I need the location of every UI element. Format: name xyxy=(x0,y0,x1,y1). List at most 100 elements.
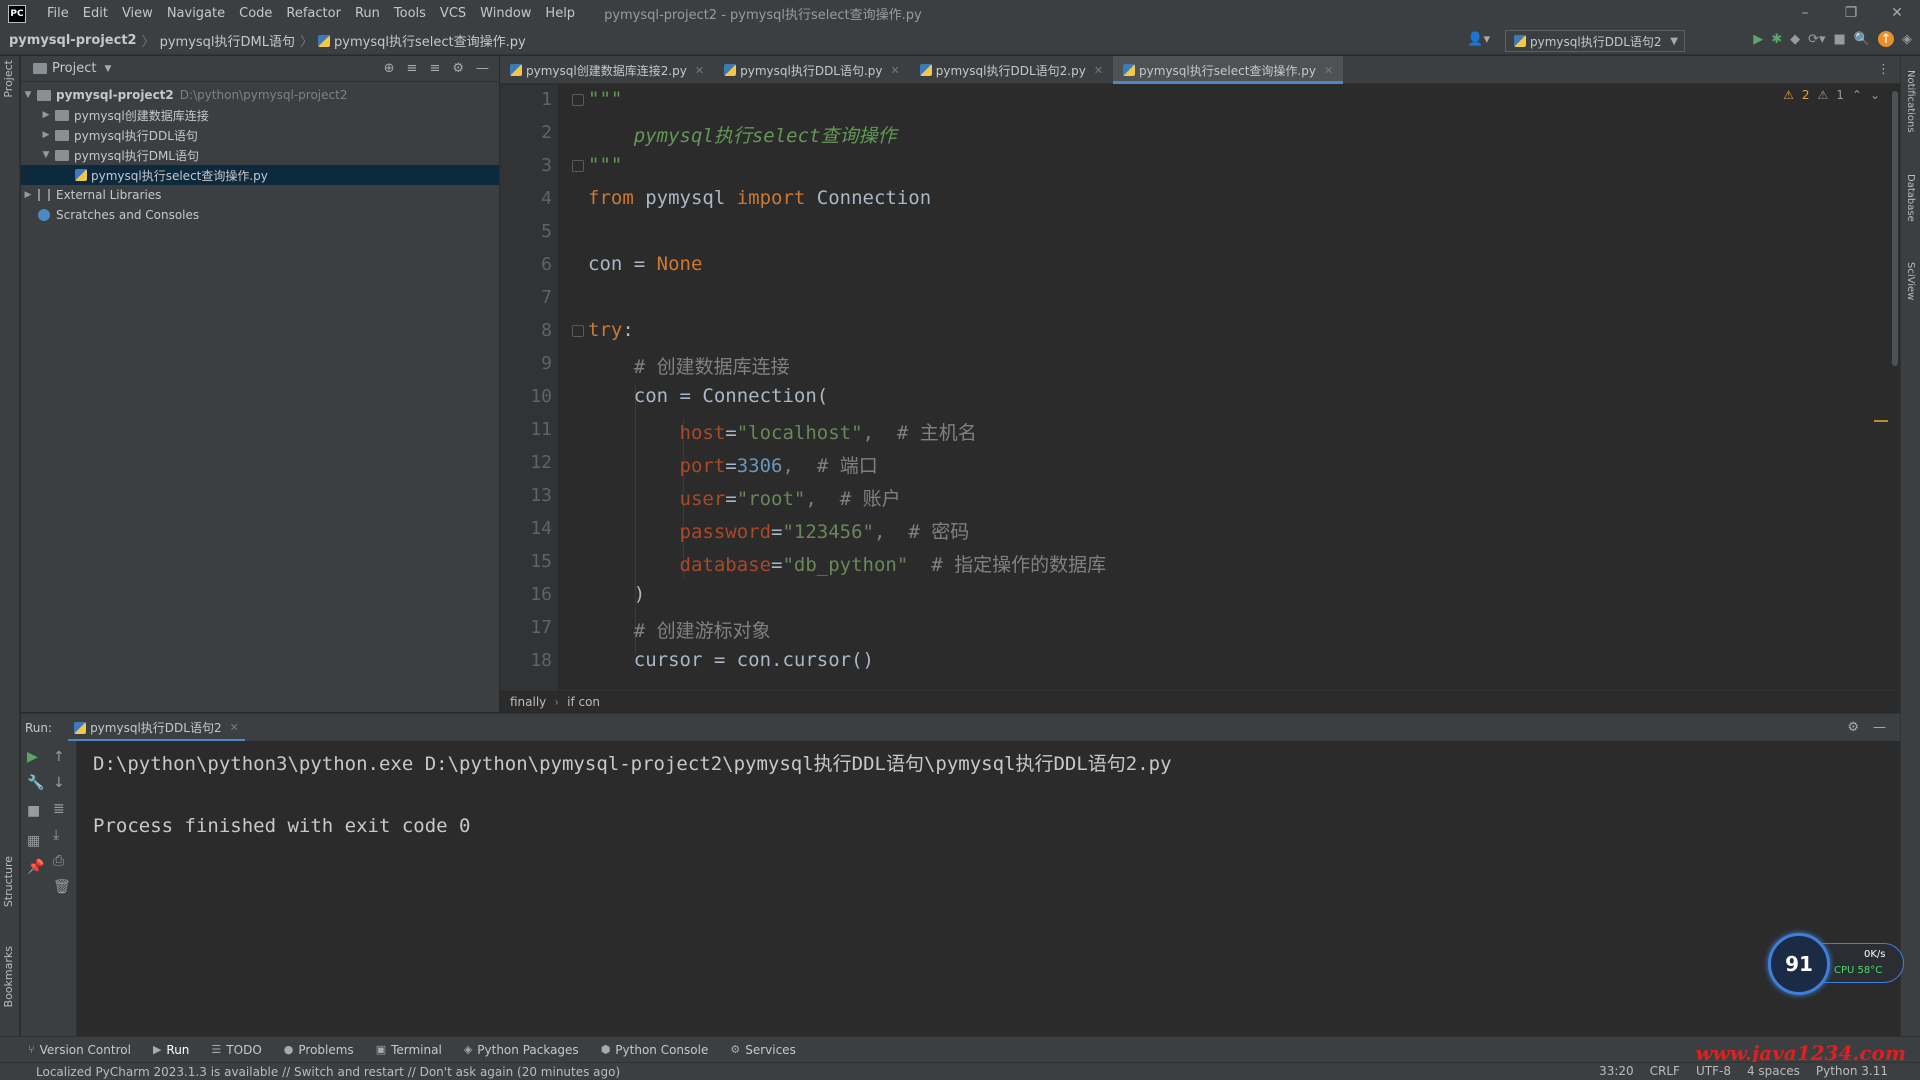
menu-file[interactable]: File xyxy=(40,6,76,21)
close-icon[interactable]: ✕ xyxy=(891,64,900,77)
structure-tool-button[interactable]: Structure xyxy=(2,856,15,907)
menu-run[interactable]: Run xyxy=(348,6,387,21)
hide-icon[interactable]: — xyxy=(476,61,489,76)
close-icon[interactable]: ✕ xyxy=(230,721,239,734)
tool-problems[interactable]: ● Problems xyxy=(284,1043,354,1057)
close-icon[interactable]: ✕ xyxy=(1324,64,1333,77)
hide-icon[interactable]: — xyxy=(1873,720,1886,735)
menu-navigate[interactable]: Navigate xyxy=(160,6,232,21)
gear-icon[interactable]: ⚙ xyxy=(1847,720,1859,735)
project-tool-button[interactable]: Project xyxy=(2,60,15,98)
menu-code[interactable]: Code xyxy=(232,6,279,21)
menu-refactor[interactable]: Refactor xyxy=(279,6,348,21)
plugin-icon[interactable]: ◈ xyxy=(1902,32,1912,47)
run-icon[interactable]: ▶ xyxy=(1753,32,1763,47)
line-separator[interactable]: CRLF xyxy=(1650,1064,1680,1078)
trash-icon[interactable]: 🗑 xyxy=(53,879,71,895)
notifications-tool-button[interactable]: Notifications xyxy=(1905,70,1916,133)
chevron-down-icon[interactable]: ▼ xyxy=(21,90,35,100)
debug-icon[interactable]: ✱ xyxy=(1771,32,1782,47)
tool-terminal[interactable]: ▣ Terminal xyxy=(376,1043,442,1057)
breadcrumb-file[interactable]: pymysql执行select查询操作.py xyxy=(334,31,526,50)
menu-help[interactable]: Help xyxy=(538,6,582,21)
more-tabs-icon[interactable]: ⋮ xyxy=(1877,62,1890,77)
chevron-down-icon[interactable]: ▼ xyxy=(39,150,53,160)
fold-marker-icon[interactable] xyxy=(572,94,584,106)
pin-icon[interactable]: 📌 xyxy=(27,859,44,875)
database-tool-button[interactable]: Database xyxy=(1905,174,1916,222)
chevron-right-icon[interactable]: ▶ xyxy=(39,130,53,140)
editor-crumb-if[interactable]: if con xyxy=(567,695,600,709)
editor-tab[interactable]: pymysql创建数据库连接2.py ✕ xyxy=(500,56,714,84)
restore-button[interactable]: ❐ xyxy=(1828,0,1874,27)
menu-window[interactable]: Window xyxy=(473,6,538,21)
rerun-icon[interactable]: ▶ xyxy=(27,749,38,765)
tree-item-folder[interactable]: ▶ pymysql创建数据库连接 xyxy=(21,105,499,125)
tree-item-folder[interactable]: ▼ pymysql执行DML语句 xyxy=(21,145,499,165)
run-configuration-select[interactable]: pymysql执行DDL语句2 ▼ xyxy=(1505,30,1685,52)
tool-services[interactable]: ⚙ Services xyxy=(730,1043,795,1057)
gear-icon[interactable]: ⚙ xyxy=(452,61,464,76)
menu-tools[interactable]: Tools xyxy=(387,6,433,21)
editor-tab[interactable]: pymysql执行DDL语句.py ✕ xyxy=(714,56,910,84)
chevron-down-icon[interactable]: ▼ xyxy=(104,64,111,74)
file-encoding[interactable]: UTF-8 xyxy=(1696,1064,1731,1078)
tree-item-file[interactable]: pymysql执行select查询操作.py xyxy=(21,165,499,185)
warning-marker[interactable] xyxy=(1874,420,1888,422)
tree-item-external-libraries[interactable]: ▶ External Libraries xyxy=(21,185,499,205)
account-icon[interactable]: 👤▾ xyxy=(1467,32,1490,47)
chevron-right-icon[interactable]: ▶ xyxy=(39,110,53,120)
tool-python-console[interactable]: ⬢ Python Console xyxy=(601,1043,709,1057)
status-message[interactable]: Localized PyCharm 2023.1.3 is available … xyxy=(36,1065,620,1079)
menu-view[interactable]: View xyxy=(115,6,160,21)
scroll-to-end-icon[interactable]: ⤓ xyxy=(53,827,59,843)
run-console[interactable]: D:\python\python3\python.exe D:\python\p… xyxy=(77,741,1900,1036)
chevron-right-icon[interactable]: ▶ xyxy=(21,190,35,200)
chevron-down-icon[interactable]: ⌄ xyxy=(1870,88,1880,102)
sciview-tool-button[interactable]: SciView xyxy=(1905,262,1916,300)
expand-all-icon[interactable]: ≡ xyxy=(407,61,418,76)
update-icon[interactable]: ↑ xyxy=(1878,31,1894,47)
caret-position[interactable]: 33:20 xyxy=(1599,1064,1634,1078)
scroll-down-icon[interactable]: ↓ xyxy=(53,775,65,791)
tool-python-packages[interactable]: ◈ Python Packages xyxy=(464,1043,579,1057)
tool-version-control[interactable]: ⑂ Version Control xyxy=(28,1043,131,1057)
fold-marker-icon[interactable] xyxy=(572,325,584,337)
close-icon[interactable]: ✕ xyxy=(1094,64,1103,77)
code-editor[interactable]: 1 2 3 4 5 6 7 8 9 10 11 12 13 14 15 16 1… xyxy=(500,85,1900,690)
fold-marker-icon[interactable] xyxy=(572,160,584,172)
tool-todo[interactable]: ☰ TODO xyxy=(211,1043,261,1057)
layout-icon[interactable]: ▦ xyxy=(27,833,40,849)
minimize-button[interactable]: – xyxy=(1782,0,1828,27)
close-window-button[interactable]: ✕ xyxy=(1874,0,1920,27)
editor-scrollbar[interactable] xyxy=(1892,91,1898,366)
indent-setting[interactable]: 4 spaces xyxy=(1747,1064,1800,1078)
tree-item-scratches[interactable]: Scratches and Consoles xyxy=(21,205,499,225)
breadcrumb-folder[interactable]: pymysql执行DML语句 xyxy=(160,31,295,50)
close-icon[interactable]: ✕ xyxy=(695,64,704,77)
locate-icon[interactable]: ⊕ xyxy=(384,61,395,76)
wrench-icon[interactable]: 🔧 xyxy=(27,775,44,791)
scroll-up-icon[interactable]: ↑ xyxy=(53,749,65,765)
bookmarks-tool-button[interactable]: Bookmarks xyxy=(2,946,15,1007)
soft-wrap-icon[interactable]: ≣ xyxy=(53,801,65,817)
collapse-all-icon[interactable]: ≡ xyxy=(429,61,440,76)
stop-icon[interactable]: ■ xyxy=(1834,32,1846,47)
chevron-up-icon[interactable]: ⌃ xyxy=(1852,88,1862,102)
tool-run[interactable]: ▶ Run xyxy=(153,1043,189,1057)
coverage-icon[interactable]: ◆ xyxy=(1790,32,1800,47)
editor-crumb-finally[interactable]: finally xyxy=(510,695,546,709)
project-view-select[interactable]: Project xyxy=(52,61,96,76)
run-tab[interactable]: pymysql执行DDL语句2 ✕ xyxy=(68,714,245,742)
menu-edit[interactable]: Edit xyxy=(76,6,115,21)
menu-vcs[interactable]: VCS xyxy=(433,6,473,21)
python-interpreter[interactable]: Python 3.11 xyxy=(1816,1064,1888,1078)
search-icon[interactable]: 🔍 xyxy=(1854,32,1870,47)
breadcrumb-project[interactable]: pymysql-project2 xyxy=(9,33,137,48)
editor-tab[interactable]: pymysql执行DDL语句2.py ✕ xyxy=(910,56,1113,84)
print-icon[interactable]: ⎙ xyxy=(53,853,64,869)
tree-item-folder[interactable]: ▶ pymysql执行DDL语句 xyxy=(21,125,499,145)
editor-tab-active[interactable]: pymysql执行select查询操作.py ✕ xyxy=(1113,56,1344,84)
more-run-icon[interactable]: ⟳▾ xyxy=(1808,32,1825,47)
stop-icon[interactable]: ■ xyxy=(27,803,40,819)
